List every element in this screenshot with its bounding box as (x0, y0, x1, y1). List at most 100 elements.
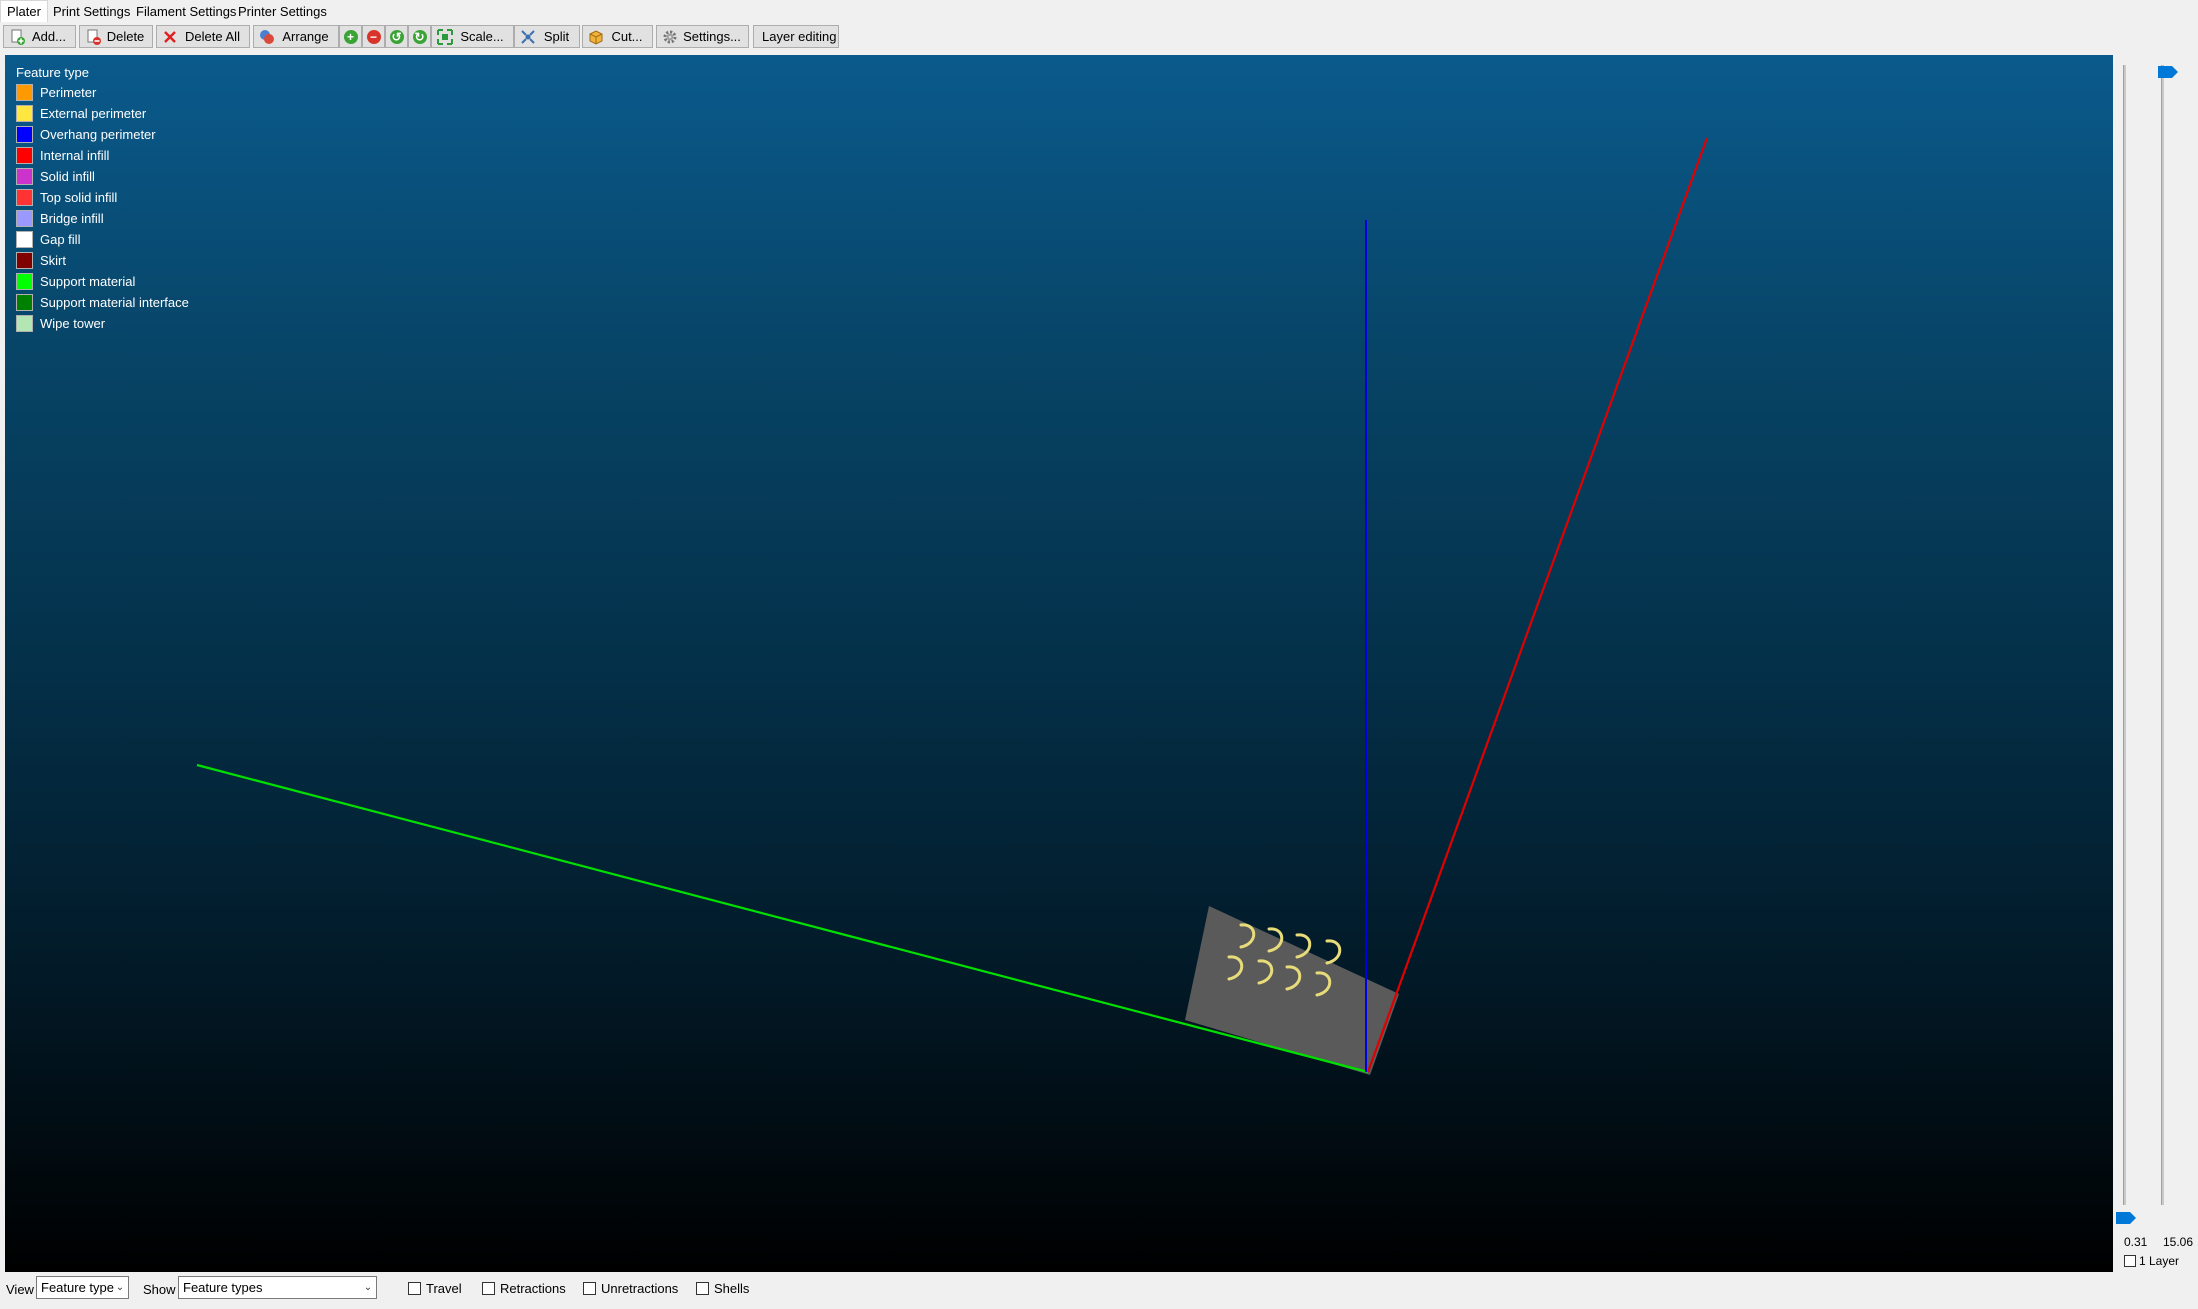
one-layer-checkbox[interactable]: 1 Layer (2124, 1254, 2179, 1268)
legend-swatch (16, 210, 33, 227)
lower-layer-track[interactable] (2123, 65, 2126, 1205)
feature-type-legend: Feature type Perimeter External perimete… (16, 64, 189, 334)
scale-button-label: Scale... (460, 29, 504, 44)
preview-options-bar: View Feature type ⌄ Show Feature types ⌄… (0, 1272, 2198, 1309)
remove-instance-icon: − (366, 29, 381, 44)
legend-item-top-solid-infill: Top solid infill (16, 187, 189, 208)
legend-item-bridge-infill: Bridge infill (16, 208, 189, 229)
arrange-button[interactable]: Arrange (253, 25, 339, 48)
travel-checkbox[interactable]: Travel (408, 1281, 462, 1296)
add-button-label: Add... (32, 29, 66, 44)
chevron-down-icon: ⌄ (363, 1282, 373, 1293)
one-layer-label: 1 Layer (2139, 1254, 2180, 1268)
view-select-value: Feature type (41, 1280, 114, 1295)
upper-layer-thumb[interactable] (2158, 66, 2178, 78)
fewer-instances-button[interactable]: − (362, 25, 385, 48)
tab-plater[interactable]: Plater (0, 0, 48, 23)
unretractions-label: Unretractions (601, 1281, 679, 1296)
legend-swatch (16, 105, 33, 122)
delete-all-button-label: Delete All (185, 29, 240, 44)
legend-label: Perimeter (40, 85, 97, 100)
toolbar: Add... Delete Delete All Arrange + − ↺ ↻… (0, 22, 2198, 52)
retractions-label: Retractions (500, 1281, 566, 1296)
lower-layer-thumb[interactable] (2116, 1212, 2136, 1224)
shells-checkbox[interactable]: Shells (696, 1281, 749, 1296)
3d-scene[interactable] (5, 55, 2113, 1272)
view-select[interactable]: Feature type ⌄ (36, 1276, 129, 1299)
legend-item-internal-infill: Internal infill (16, 145, 189, 166)
delete-all-button[interactable]: Delete All (156, 25, 250, 48)
rotate-right-button[interactable]: ↻ (408, 25, 431, 48)
legend-label: Skirt (40, 253, 66, 268)
tab-filament-settings[interactable]: Filament Settings (130, 2, 242, 21)
retractions-checkbox[interactable]: Retractions (482, 1281, 566, 1296)
rotate-left-button[interactable]: ↺ (385, 25, 408, 48)
travel-label: Travel (426, 1281, 462, 1296)
split-button[interactable]: Split (514, 25, 580, 48)
layer-range-slider: 0.31 15.06 1 Layer (2113, 55, 2198, 1272)
retractions-checkbox-box[interactable] (482, 1282, 495, 1295)
3d-preview-canvas[interactable]: Feature type Perimeter External perimete… (5, 55, 2113, 1272)
legend-label: Solid infill (40, 169, 95, 184)
tab-print-settings[interactable]: Print Settings (47, 2, 136, 21)
legend-label: Gap fill (40, 232, 81, 247)
legend-swatch (16, 189, 33, 206)
legend-label: Support material interface (40, 295, 189, 310)
legend-swatch (16, 273, 33, 290)
x-axis-line (1366, 137, 1709, 1073)
more-instances-button[interactable]: + (339, 25, 362, 48)
legend-item-skirt: Skirt (16, 250, 189, 271)
legend-item-support-material-interface: Support material interface (16, 292, 189, 313)
legend-swatch (16, 315, 33, 332)
settings-button[interactable]: Settings... (656, 25, 749, 48)
legend-item-gap-fill: Gap fill (16, 229, 189, 250)
upper-layer-track[interactable] (2161, 65, 2164, 1205)
one-layer-checkbox-box[interactable] (2124, 1255, 2136, 1267)
scale-button[interactable]: Scale... (431, 25, 514, 48)
delete-button[interactable]: Delete (79, 25, 153, 48)
cut-icon (589, 29, 603, 45)
shells-label: Shells (714, 1281, 750, 1296)
legend-swatch (16, 168, 33, 185)
legend-swatch (16, 84, 33, 101)
part-4 (1325, 939, 1342, 965)
split-button-label: Split (543, 29, 570, 44)
shells-checkbox-box[interactable] (696, 1282, 709, 1295)
add-instance-icon: + (343, 29, 358, 44)
layer-editing-button-label: Layer editing (762, 29, 837, 44)
travel-checkbox-box[interactable] (408, 1282, 421, 1295)
legend-item-solid-infill: Solid infill (16, 166, 189, 187)
delete-all-icon (164, 30, 176, 43)
show-select-value: Feature types (183, 1280, 263, 1295)
split-icon (521, 29, 535, 44)
cut-button[interactable]: Cut... (582, 25, 653, 48)
lower-layer-value: 0.31 (2124, 1235, 2148, 1249)
delete-button-label: Delete (106, 29, 145, 44)
legend-swatch (16, 147, 33, 164)
view-label: View (6, 1282, 34, 1297)
cut-button-label: Cut... (611, 29, 643, 44)
legend-item-wipe-tower: Wipe tower (16, 313, 189, 334)
show-select[interactable]: Feature types ⌄ (178, 1276, 377, 1299)
layer-editing-button[interactable]: Layer editing (753, 25, 839, 48)
legend-label: Internal infill (40, 148, 110, 163)
y-axis-line (196, 763, 1369, 1074)
legend-label: Overhang perimeter (40, 127, 156, 142)
legend-item-perimeter: Perimeter (16, 82, 189, 103)
unretractions-checkbox[interactable]: Unretractions (583, 1281, 678, 1296)
arrange-icon (260, 29, 274, 44)
unretractions-checkbox-box[interactable] (583, 1282, 596, 1295)
chevron-down-icon: ⌄ (115, 1282, 125, 1293)
upper-layer-value: 15.06 (2163, 1235, 2194, 1249)
add-button[interactable]: Add... (3, 25, 76, 48)
legend-title: Feature type (16, 65, 89, 80)
legend-swatch (16, 252, 33, 269)
legend-label: External perimeter (40, 106, 147, 121)
delete-file-icon (87, 29, 101, 45)
legend-item-overhang-perimeter: Overhang perimeter (16, 124, 189, 145)
legend-swatch (16, 126, 33, 143)
tab-printer-settings[interactable]: Printer Settings (232, 2, 333, 21)
legend-label: Support material (40, 274, 136, 289)
tab-strip: Plater Print Settings Filament Settings … (0, 0, 2198, 23)
show-label: Show (143, 1282, 176, 1297)
